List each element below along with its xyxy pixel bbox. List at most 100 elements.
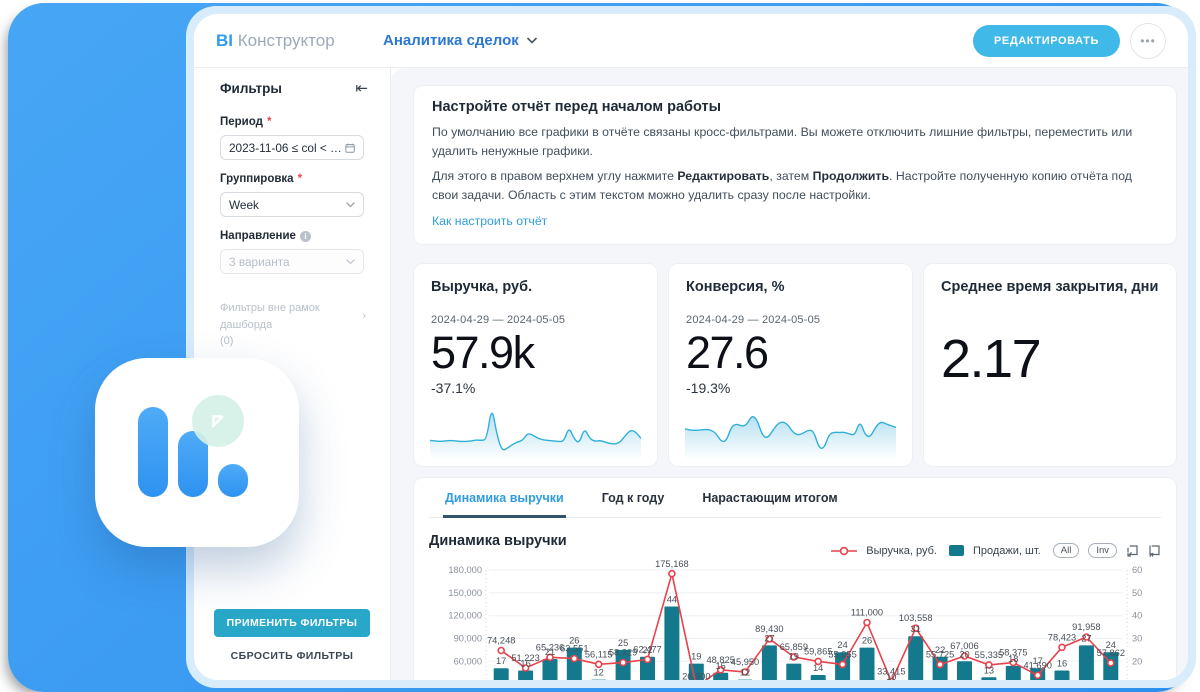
legend-revenue-label[interactable]: Выручка, руб. [866, 545, 937, 557]
report-title-dropdown[interactable]: Аналитика сделок [383, 32, 537, 49]
kpi-row: Выручка, руб. 2024-04-29 — 2024-05-05 57… [413, 263, 1177, 467]
svg-text:55,955: 55,955 [828, 650, 856, 660]
kpi-value: 2.17 [941, 328, 1159, 390]
svg-text:91,958: 91,958 [1072, 622, 1100, 632]
svg-text:16: 16 [1057, 659, 1067, 669]
svg-text:26: 26 [862, 636, 872, 646]
collapse-sidebar-icon[interactable]: ⇤ [355, 81, 368, 96]
direction-select[interactable]: 3 варианта [220, 249, 364, 274]
svg-text:62,477: 62,477 [633, 645, 661, 655]
kpi-card-avg-close-time[interactable]: Среднее время закрытия, дни 2.17 [923, 263, 1177, 467]
svg-text:74,248: 74,248 [487, 636, 515, 646]
outer-filters-label: Фильтры вне рамок дашборда [220, 300, 356, 333]
data-labels: 1774,2481651,2232165,2362663,5511256,115… [487, 560, 1125, 680]
chart-legend: Выручка, руб. Продажи, шт. All Inv [831, 543, 1161, 558]
svg-text:19: 19 [691, 652, 701, 662]
kpi-title: Конверсия, % [686, 279, 895, 295]
tab-cumulative[interactable]: Нарастающим итогом [700, 478, 839, 518]
edit-button[interactable]: РЕДАКТИРОВАТЬ [973, 25, 1120, 57]
outer-filters-count: (0) [220, 333, 366, 350]
svg-text:14: 14 [813, 663, 823, 673]
conversion-sparkline [685, 398, 896, 460]
app-logo-bi: BI [216, 31, 233, 50]
app-logo: BI Конструктор [216, 31, 383, 51]
revenue-dynamics-chart[interactable]: 180,000150,000120,00090,00060,00030,0006… [429, 560, 1161, 680]
kpi-card-revenue[interactable]: Выручка, руб. 2024-04-29 — 2024-05-05 57… [413, 263, 658, 467]
apply-filters-button[interactable]: ПРИМЕНИТЬ ФИЛЬТРЫ [214, 609, 371, 637]
app-window: BI Конструктор Аналитика сделок РЕДАКТИР… [194, 14, 1188, 680]
svg-text:90,000: 90,000 [454, 634, 482, 644]
sparkline-svg [685, 398, 896, 460]
legend-inv-button[interactable]: Inv [1088, 543, 1117, 558]
reset-filters-button[interactable]: СБРОСИТЬ ФИЛЬТРЫ [231, 650, 354, 662]
grouping-select[interactable]: Week [220, 192, 364, 217]
svg-text:31: 31 [911, 624, 921, 634]
period-label: Период [220, 116, 263, 128]
more-menu-button[interactable]: ••• [1130, 23, 1166, 59]
revenue-line-points[interactable] [498, 571, 1114, 680]
svg-text:13: 13 [984, 665, 994, 675]
svg-text:103,558: 103,558 [899, 613, 933, 623]
grouping-label: Группировка [220, 173, 294, 185]
logo-bar-short [218, 464, 248, 497]
revenue-dynamics-card: Динамика выручки Год к году Нарастающим … [413, 477, 1177, 680]
chevron-right-icon: › [362, 308, 366, 325]
zoom-select-icon[interactable] [1126, 544, 1139, 557]
svg-text:30: 30 [1132, 634, 1142, 644]
outer-filters-link[interactable]: Фильтры вне рамок дашборда › (0) [194, 300, 390, 350]
svg-text:51,223: 51,223 [511, 653, 539, 663]
period-value: 2023-11-06 ≤ col < 2024... [229, 141, 345, 155]
svg-text:89,430: 89,430 [755, 624, 783, 634]
kpi-card-conversion[interactable]: Конверсия, % 2024-04-29 — 2024-05-05 27.… [668, 263, 913, 467]
direction-label: Направление [220, 230, 296, 242]
svg-text:57,862: 57,862 [1097, 648, 1125, 658]
chevron-down-icon [346, 202, 355, 208]
svg-text:58,375: 58,375 [999, 648, 1027, 658]
calendar-icon[interactable] [345, 142, 355, 154]
svg-text:111,000: 111,000 [851, 608, 883, 618]
svg-text:60: 60 [1132, 565, 1142, 575]
kpi-period: 2024-04-29 — 2024-05-05 [431, 314, 640, 326]
kpi-value: 27.6 [686, 327, 895, 379]
filter-direction: Направление i 3 варианта [194, 230, 390, 274]
how-to-configure-link[interactable]: Как настроить отчёт [432, 214, 547, 228]
svg-text:26,900: 26,900 [682, 672, 710, 680]
zoom-restore-icon[interactable] [1148, 544, 1161, 557]
legend-all-button[interactable]: All [1053, 543, 1080, 558]
kpi-delta: -19.3% [686, 380, 895, 396]
tab-revenue-dynamics[interactable]: Динамика выручки [443, 478, 566, 518]
main-content: Настройте отчёт перед началом работы По … [391, 68, 1188, 680]
logo-bar-tall [138, 407, 168, 497]
content-row: Фильтры ⇤ Период* 2023-11-06 ≤ col < 202… [194, 68, 1188, 680]
bar-series-legend-icon[interactable] [949, 545, 964, 556]
svg-text:33,415: 33,415 [877, 667, 905, 677]
required-asterisk: * [267, 116, 271, 128]
tab-year-over-year[interactable]: Год к году [600, 478, 667, 518]
svg-text:40: 40 [1132, 611, 1142, 621]
line-series-legend-icon[interactable] [831, 546, 857, 556]
revenue-line-series [501, 574, 1111, 680]
direction-value: 3 варианта [229, 255, 290, 269]
svg-text:19: 19 [789, 652, 799, 662]
app-window-frame: BI Конструктор Аналитика сделок РЕДАКТИР… [186, 6, 1196, 688]
revenue-sparkline [430, 398, 641, 460]
arrow-up-left-icon [207, 410, 229, 432]
report-title: Аналитика сделок [383, 32, 519, 49]
period-input[interactable]: 2023-11-06 ≤ col < 2024... [220, 135, 364, 160]
chart-tabs: Динамика выручки Год к году Нарастающим … [429, 478, 1161, 518]
svg-text:150,000: 150,000 [448, 588, 482, 598]
svg-text:27: 27 [1081, 634, 1091, 644]
header: BI Конструктор Аналитика сделок РЕДАКТИР… [194, 14, 1188, 68]
svg-text:20: 20 [1132, 656, 1142, 666]
kpi-delta: -37.1% [431, 380, 640, 396]
svg-text:44: 44 [667, 595, 677, 605]
ellipsis-icon: ••• [1140, 34, 1156, 48]
legend-sales-label[interactable]: Продажи, шт. [973, 545, 1041, 557]
kpi-period: 2024-04-29 — 2024-05-05 [686, 314, 895, 326]
svg-text:10: 10 [1132, 679, 1142, 680]
svg-text:25: 25 [618, 638, 628, 648]
sparkline-svg [430, 398, 641, 460]
notice-title: Настройте отчёт перед началом работы [432, 99, 1158, 115]
info-icon[interactable]: i [300, 231, 311, 242]
svg-text:175,168: 175,168 [655, 560, 689, 569]
